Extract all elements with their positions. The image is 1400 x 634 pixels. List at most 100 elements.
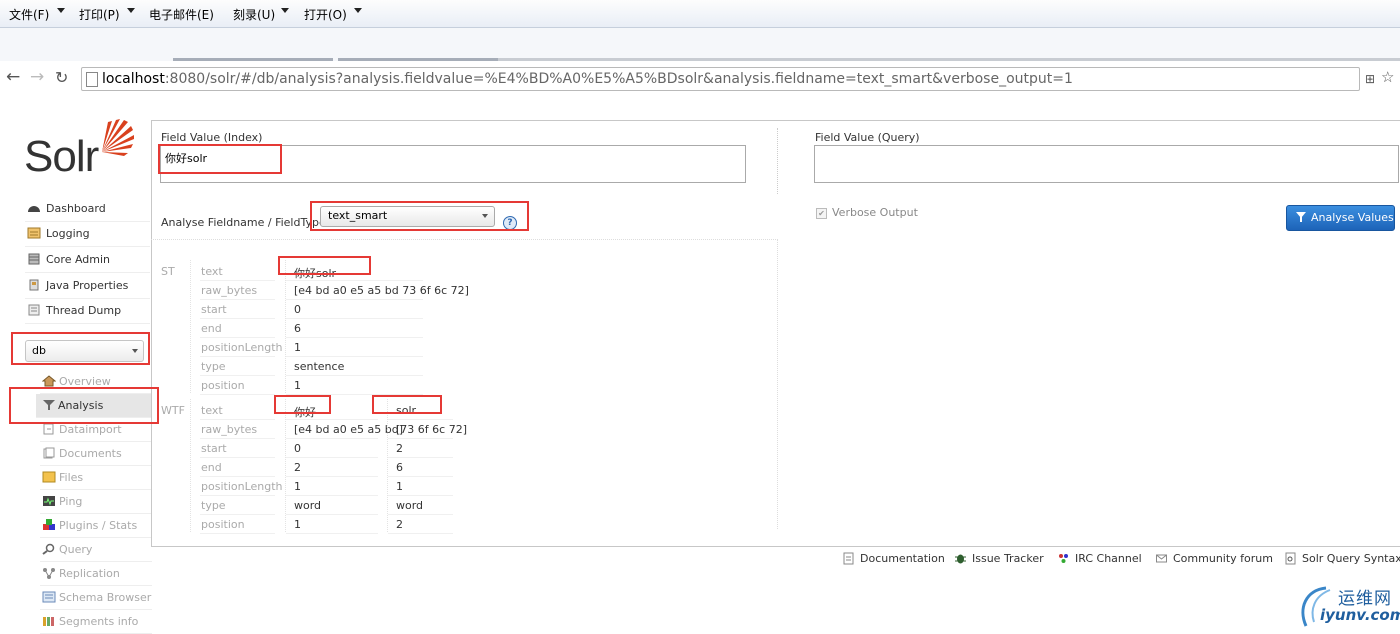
solr-logo[interactable]: Solr bbox=[24, 118, 136, 181]
row-divider bbox=[200, 375, 275, 376]
chevron-down-icon bbox=[132, 349, 138, 353]
sidebar-item-logging[interactable]: Logging bbox=[25, 222, 150, 247]
row-divider bbox=[200, 394, 275, 395]
folder-icon bbox=[42, 471, 56, 483]
ping-icon bbox=[43, 496, 55, 506]
row-divider bbox=[286, 356, 423, 357]
row-divider bbox=[286, 337, 423, 338]
page-icon bbox=[86, 72, 98, 87]
token-type-value: word bbox=[396, 499, 424, 512]
translate-icon[interactable]: ⊞ bbox=[1365, 71, 1375, 88]
token-positionlength-value: 1 bbox=[294, 341, 301, 354]
reload-icon[interactable]: ↻ bbox=[55, 69, 68, 86]
attribute-label: position bbox=[201, 518, 245, 531]
documentation-icon bbox=[843, 552, 854, 565]
chevron-down-icon[interactable] bbox=[127, 8, 135, 13]
core-menu-segments-info[interactable]: Segments info bbox=[40, 610, 152, 634]
core-menu-analysis[interactable]: Analysis bbox=[36, 394, 151, 418]
query-value-label: Field Value (Query) bbox=[815, 131, 920, 144]
menu-burn[interactable]: 刻录(U) bbox=[233, 6, 275, 23]
results-divider bbox=[151, 239, 776, 240]
analyse-values-button[interactable]: Analyse Values bbox=[1286, 205, 1395, 231]
core-menu-query[interactable]: Query bbox=[40, 538, 152, 562]
footer-link-issue-tracker[interactable]: Issue Tracker bbox=[955, 552, 1044, 566]
token-position-value: 1 bbox=[294, 379, 301, 392]
index-value-input[interactable]: 你好solr bbox=[160, 145, 746, 183]
mail-icon bbox=[1156, 554, 1167, 563]
row-divider bbox=[286, 514, 378, 515]
footer-link-irc-channel[interactable]: IRC Channel bbox=[1058, 552, 1142, 566]
chevron-down-icon[interactable] bbox=[281, 8, 289, 13]
navigation-bar: ← → ↻ localhost:8080/solr/#/db/analysis?… bbox=[0, 63, 1400, 93]
menu-open[interactable]: 打开(O) bbox=[304, 6, 347, 23]
footer-link-documentation[interactable]: Documentation bbox=[843, 552, 945, 566]
attribute-label: end bbox=[201, 322, 222, 335]
menu-email[interactable]: 电子邮件(E) bbox=[149, 6, 214, 23]
token-type-value: word bbox=[294, 499, 322, 512]
row-divider bbox=[200, 318, 275, 319]
tab-divider bbox=[498, 58, 1400, 61]
menu-file[interactable]: 文件(F) bbox=[9, 6, 49, 23]
token-end-value: 6 bbox=[396, 461, 403, 474]
java-properties-icon bbox=[29, 279, 39, 291]
token-raw_bytes-value: [73 6f 6c 72] bbox=[396, 423, 467, 436]
chevron-down-icon[interactable] bbox=[354, 8, 362, 13]
row-divider bbox=[286, 280, 423, 281]
logging-icon bbox=[27, 227, 41, 239]
row-divider bbox=[388, 438, 453, 439]
analysis-panel bbox=[151, 120, 1400, 547]
menu-print[interactable]: 打印(P) bbox=[79, 6, 120, 23]
browser-tab[interactable] bbox=[173, 58, 333, 61]
token-start-value: 2 bbox=[396, 442, 403, 455]
core-menu-files[interactable]: Files bbox=[40, 466, 152, 490]
core-menu-schema-browser[interactable]: Schema Browser bbox=[40, 586, 152, 610]
core-menu-dataimport[interactable]: Dataimport bbox=[40, 418, 152, 442]
browser-tab[interactable] bbox=[338, 58, 498, 61]
sidebar-item-thread-dump[interactable]: Thread Dump bbox=[25, 299, 150, 324]
attribute-label: start bbox=[201, 442, 227, 455]
row-divider bbox=[388, 419, 453, 420]
row-divider bbox=[286, 438, 378, 439]
row-divider bbox=[200, 476, 275, 477]
sidebar-item-java-properties[interactable]: Java Properties bbox=[25, 274, 150, 299]
address-bar[interactable]: localhost:8080/solr/#/db/analysis?analys… bbox=[81, 67, 1360, 91]
token-start-value: 0 bbox=[294, 303, 301, 316]
solr-sunburst-icon bbox=[102, 119, 134, 156]
core-menu-replication[interactable]: Replication bbox=[40, 562, 152, 586]
token-positionlength-value: 1 bbox=[294, 480, 301, 493]
core-menu-overview[interactable]: Overview bbox=[40, 370, 152, 394]
core-selector[interactable]: db bbox=[25, 340, 144, 362]
row-divider bbox=[200, 419, 275, 420]
schema-icon bbox=[42, 591, 56, 603]
token-positionlength-value: 1 bbox=[396, 480, 403, 493]
stage-divider bbox=[190, 260, 191, 393]
verbose-output-checkbox[interactable]: ✔ bbox=[816, 208, 827, 219]
footer-link-community-forum[interactable]: Community forum bbox=[1156, 552, 1273, 566]
token-text-value: 你好solr bbox=[294, 267, 337, 280]
chevron-down-icon[interactable] bbox=[57, 8, 65, 13]
query-value-input[interactable] bbox=[814, 145, 1399, 183]
stage-name: WTF bbox=[161, 404, 185, 417]
attribute-label: type bbox=[201, 360, 226, 373]
bookmark-star-icon[interactable]: ☆ bbox=[1381, 69, 1394, 86]
url-text: localhost:8080/solr/#/db/analysis?analys… bbox=[102, 71, 1073, 87]
stage-name: ST bbox=[161, 265, 175, 278]
core-menu-ping[interactable]: Ping bbox=[40, 490, 152, 514]
row-divider bbox=[200, 337, 275, 338]
help-icon[interactable]: ? bbox=[503, 216, 517, 230]
menu-bar: 文件(F) 打印(P) 电子邮件(E) 刻录(U) 打开(O) bbox=[0, 0, 1400, 28]
sidebar-item-core-admin[interactable]: Core Admin bbox=[25, 248, 150, 273]
dataimport-icon bbox=[43, 423, 54, 435]
footer-link-solr-query-syntax[interactable]: Solr Query Syntax bbox=[1285, 552, 1400, 566]
core-menu-documents[interactable]: Documents bbox=[40, 442, 152, 466]
back-icon[interactable]: ← bbox=[6, 69, 20, 86]
stage-divider bbox=[190, 399, 191, 532]
query-syntax-icon bbox=[1285, 552, 1296, 565]
core-menu-plugins-stats[interactable]: Plugins / Stats bbox=[40, 514, 152, 538]
fieldtype-select[interactable]: text_smart bbox=[320, 206, 495, 227]
verbose-output-label: Verbose Output bbox=[832, 206, 918, 219]
forward-icon[interactable]: → bbox=[30, 69, 44, 86]
sidebar-item-dashboard[interactable]: Dashboard bbox=[25, 197, 150, 222]
row-divider bbox=[388, 514, 453, 515]
token-end-value: 6 bbox=[294, 322, 301, 335]
